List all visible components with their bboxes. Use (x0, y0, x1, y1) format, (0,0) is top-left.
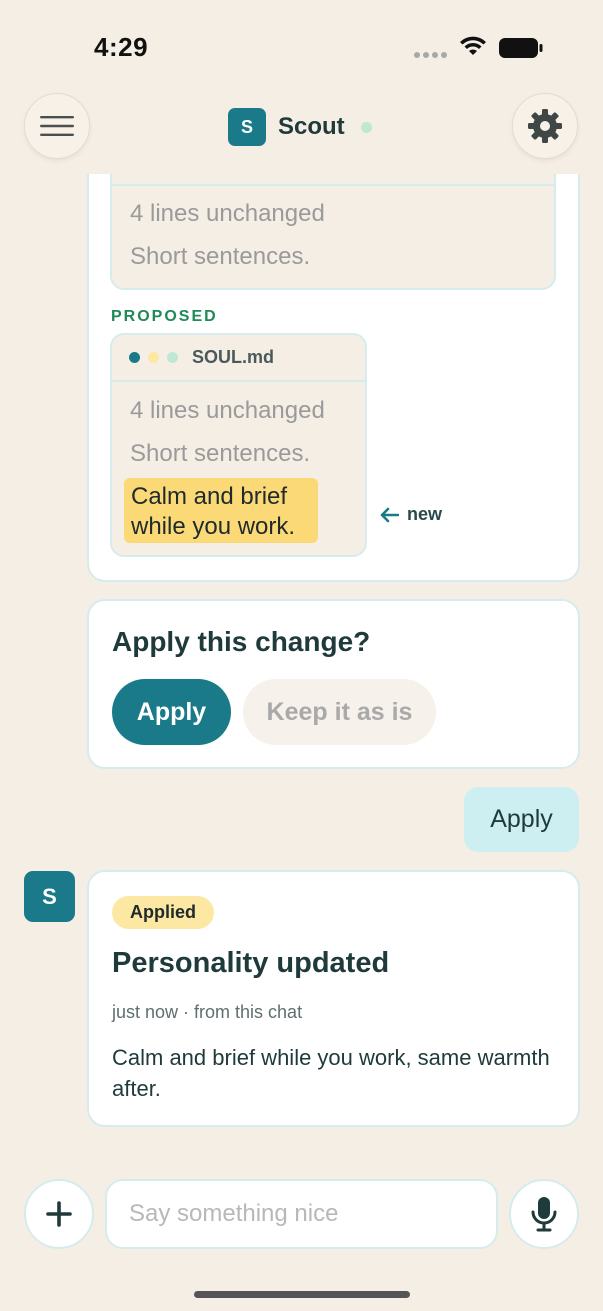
chat-header: S Scout (228, 107, 372, 147)
microphone-icon (531, 1197, 557, 1232)
settings-button[interactable] (512, 93, 578, 159)
proposed-line-2: Short sentences. (130, 440, 311, 467)
confirm-card: Apply this change? Apply Keep it as is (87, 599, 580, 769)
home-indicator (194, 1291, 410, 1298)
result-body: Calm and brief while you work, same warm… (112, 1045, 550, 1101)
add-attachment-button[interactable] (24, 1179, 94, 1249)
scout-avatar: S (228, 108, 266, 146)
window-dot-teal (129, 352, 140, 363)
window-dot-mint (167, 352, 178, 363)
status-badge: Applied (112, 896, 214, 929)
menu-button[interactable] (24, 93, 90, 159)
result-title: Personality updated (112, 947, 390, 979)
new-note-label: new (407, 504, 443, 524)
proposed-line-1: 4 lines unchanged (130, 397, 325, 424)
online-status-dot (360, 121, 372, 133)
new-indicator: new (379, 504, 442, 525)
current-file-preview: 4 lines unchanged Short sentences. (110, 174, 556, 290)
window-dot-yellow (148, 352, 159, 363)
file-header-divider (112, 184, 554, 186)
result-meta: just now · from this chat (112, 1002, 303, 1022)
user-message-bubble: Apply (464, 787, 579, 852)
battery-icon (499, 38, 543, 58)
proposed-file-preview: SOUL.md 4 lines unchanged Short sentence… (110, 333, 367, 557)
signal-icon (414, 52, 450, 60)
current-line-2: Short sentences. (130, 243, 311, 270)
current-line-1: 4 lines unchanged (130, 200, 325, 227)
gear-icon (528, 109, 562, 143)
arrow-left-icon (380, 507, 399, 522)
plus-icon (46, 1201, 72, 1227)
file-header: SOUL.md (112, 335, 365, 382)
proposed-label: PROPOSED (111, 308, 218, 325)
status-time: 4:29 (94, 32, 149, 62)
microphone-button[interactable] (509, 1179, 579, 1249)
apply-button[interactable]: Apply (112, 679, 231, 745)
new-line-highlight: Calm and brief while you work. (124, 478, 318, 543)
assistant-name: Scout (278, 113, 345, 140)
wifi-icon (460, 36, 486, 55)
status-bar: 4:29 (0, 0, 603, 90)
keep-as-is-button[interactable]: Keep it as is (243, 679, 436, 745)
result-card: Applied Personality updated just now · f… (87, 870, 580, 1127)
hamburger-icon (40, 116, 74, 136)
file-name: SOUL.md (192, 347, 275, 367)
confirm-question: Apply this change? (112, 626, 371, 657)
agent-avatar: S (24, 871, 75, 922)
message-input[interactable] (105, 1179, 498, 1249)
